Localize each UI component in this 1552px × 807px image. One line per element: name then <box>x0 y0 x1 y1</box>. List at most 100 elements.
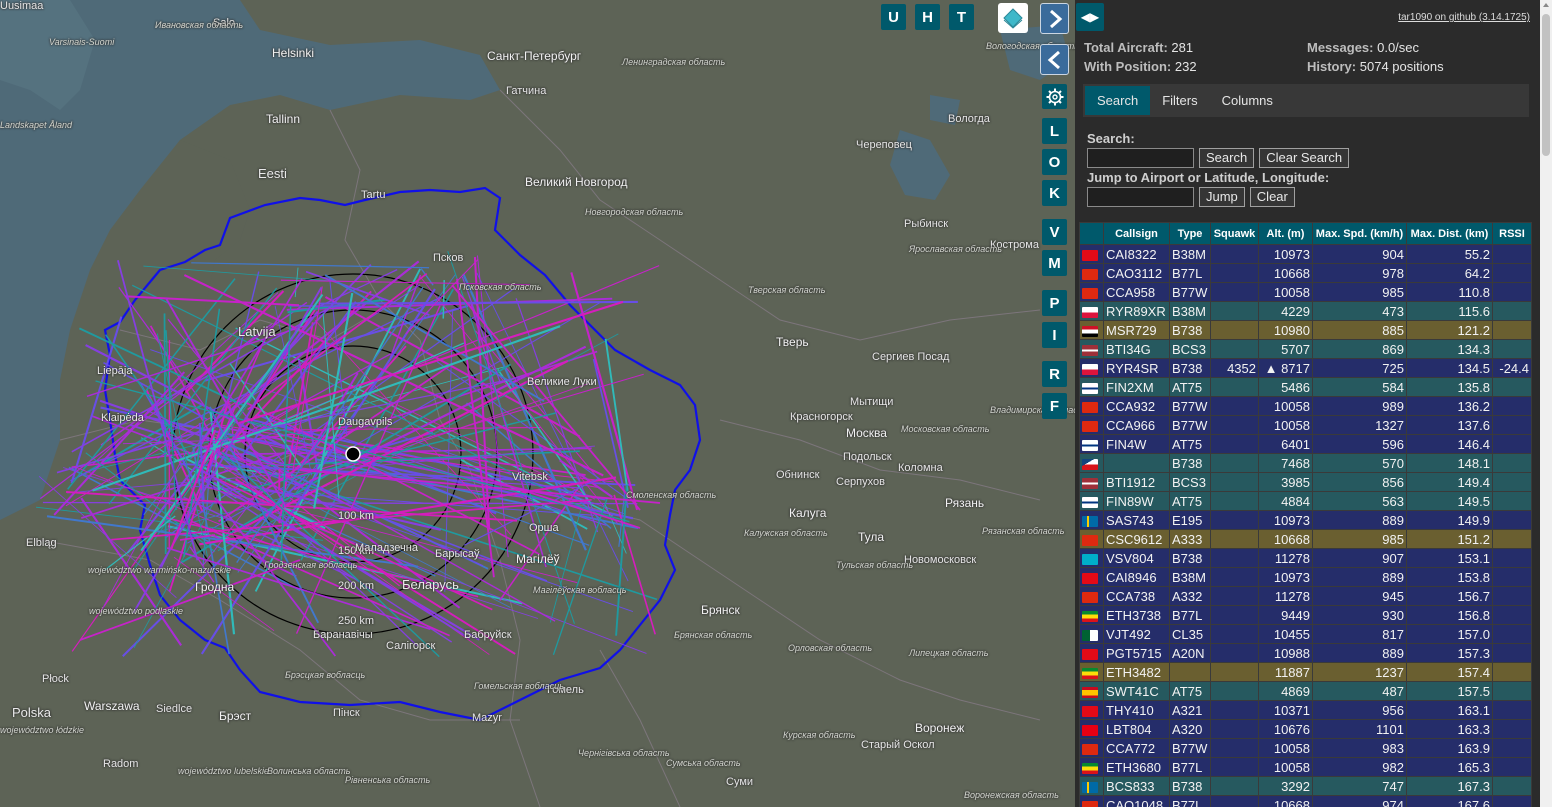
cell-type: B77L <box>1169 757 1211 777</box>
cell-rssi <box>1492 681 1532 701</box>
cell-dist: 153.1 <box>1406 548 1493 568</box>
table-row[interactable]: cn CCA966B77W 100581327137.6 <box>1079 415 1532 435</box>
table-row[interactable]: et ETH3482 118871237157.4 <box>1079 662 1532 682</box>
table-row[interactable]: cn CCA772B77W 10058983163.9 <box>1079 738 1532 758</box>
toggle-layout-button[interactable]: ◀▶ <box>1076 3 1104 31</box>
table-row[interactable]: lv BTI1912BCS3 3985856149.4 <box>1079 472 1532 492</box>
tab-search[interactable]: Search <box>1085 86 1151 115</box>
table-row[interactable]: fi FIN4WAT75 6401596146.4 <box>1079 434 1532 454</box>
table-row[interactable]: cn CCA958B77W 10058985110.8 <box>1079 282 1532 302</box>
sidebar-tabs: Search Filters Columns <box>1083 84 1529 117</box>
collapse-sidebar-button[interactable] <box>1040 44 1069 75</box>
cell-rssi <box>1492 776 1532 796</box>
table-row[interactable]: et ETH3738B77L 9449930156.8 <box>1079 605 1532 625</box>
table-row[interactable]: eg MSR729B738 10980885121.2 <box>1079 320 1532 340</box>
scroll-up-icon[interactable] <box>1543 3 1549 7</box>
table-row[interactable]: pl RYR4SRB7384352▲ 8717725134.5-24.4 <box>1079 358 1532 378</box>
cell-type: AT75 <box>1169 491 1211 511</box>
table-row[interactable]: fi FIN2XMAT75 5486584135.8 <box>1079 377 1532 397</box>
cell-alt: 3985 <box>1258 472 1313 492</box>
jump-button[interactable]: Jump <box>1199 187 1245 207</box>
cell-spd: 945 <box>1312 586 1407 606</box>
map-button-t[interactable]: T <box>949 4 974 30</box>
table-row[interactable]: dz VJT492CL35 10455817157.0 <box>1079 624 1532 644</box>
cell-spd: 570 <box>1312 453 1407 473</box>
flag-icon: cn <box>1082 534 1098 546</box>
settings-button[interactable] <box>1042 84 1067 109</box>
table-row[interactable]: cn CCA738A332 11278945156.7 <box>1079 586 1532 606</box>
layers-button[interactable] <box>998 3 1028 33</box>
cell-spd: 1237 <box>1312 662 1407 682</box>
table-row[interactable]: tn LBT804A320 106761101163.3 <box>1079 719 1532 739</box>
cell-spd: 907 <box>1312 548 1407 568</box>
scroll-thumb[interactable] <box>1542 14 1550 156</box>
column-header-rssi[interactable]: RSSI <box>1492 222 1532 245</box>
table-row[interactable]: tr THY410A321 10371956163.1 <box>1079 700 1532 720</box>
tab-columns[interactable]: Columns <box>1210 86 1285 115</box>
clear-search-button[interactable]: Clear Search <box>1259 148 1350 168</box>
search-input[interactable] <box>1087 148 1194 168</box>
flag-icon: kz <box>1082 553 1098 565</box>
map-label: Radom <box>103 758 139 770</box>
cell-type: B77W <box>1169 396 1211 416</box>
map-button-u[interactable]: U <box>881 4 906 30</box>
cell-rssi <box>1492 339 1532 359</box>
map-view[interactable]: 100 km 150 km 200 km 250 km Helsinki Санк… <box>0 0 1075 807</box>
table-row[interactable]: tr CAI8322B38M 1097390455.2 <box>1079 244 1532 264</box>
github-link[interactable]: tar1090 on github (3.14.1725) <box>1398 12 1530 23</box>
table-row[interactable]: cn CAO1048B77L 10668974167.6 <box>1079 795 1532 807</box>
map-button-p[interactable]: P <box>1042 290 1067 316</box>
search-button[interactable]: Search <box>1199 148 1255 168</box>
map-button-m[interactable]: M <box>1042 250 1067 276</box>
jump-input[interactable] <box>1087 187 1194 207</box>
cell-type: B738 <box>1169 548 1211 568</box>
cell-dist: 149.5 <box>1406 491 1493 511</box>
cell-squawk <box>1210 453 1259 473</box>
map-button-r[interactable]: R <box>1042 361 1067 387</box>
map-button-f[interactable]: F <box>1042 393 1067 419</box>
clear-jump-button[interactable]: Clear <box>1249 187 1295 207</box>
cell-alt: 10371 <box>1258 700 1313 720</box>
map-button-i[interactable]: I <box>1042 322 1067 348</box>
map-label: Псковская область <box>459 282 542 292</box>
column-header-squawk[interactable]: Squawk <box>1210 222 1259 245</box>
table-row[interactable]: fi FIN89WAT75 4884563149.5 <box>1079 491 1532 511</box>
table-row[interactable]: cn CCA932B77W 10058989136.2 <box>1079 396 1532 416</box>
column-header-altitude[interactable]: Alt. (m) <box>1258 222 1313 245</box>
map-button-l[interactable]: L <box>1042 118 1067 144</box>
table-row[interactable]: lv BTI34GBCS3 5707869134.3 <box>1079 339 1532 359</box>
table-row[interactable]: cn CSC9612A333 10668985151.2 <box>1079 529 1532 549</box>
column-header-flag[interactable] <box>1079 222 1104 245</box>
column-header-callsign[interactable]: Callsign <box>1103 222 1170 245</box>
flag-icon: tr <box>1082 249 1098 261</box>
table-row[interactable]: cz B738 7468570148.1 <box>1079 453 1532 473</box>
cell-type: CL35 <box>1169 624 1211 644</box>
flag-icon: eg <box>1082 325 1098 337</box>
table-row[interactable]: se BCS833B738 3292747167.3 <box>1079 776 1532 796</box>
expand-sidebar-button[interactable] <box>1040 3 1069 34</box>
map-label: Гродзенская вобласць <box>264 560 358 570</box>
cell-alt: 10676 <box>1258 719 1313 739</box>
map-button-h[interactable]: H <box>915 4 940 30</box>
table-row[interactable]: et ETH3680B77L 10058982165.3 <box>1079 757 1532 777</box>
map-button-o[interactable]: O <box>1042 149 1067 175</box>
table-row[interactable]: pl RYR89XRB38M 4229473115.6 <box>1079 301 1532 321</box>
table-row[interactable]: se SAS743E195 10973889149.9 <box>1079 510 1532 530</box>
table-row[interactable]: kz VSV804B738 11278907153.1 <box>1079 548 1532 568</box>
cell-callsign: CAI8322 <box>1103 244 1170 264</box>
map-button-v[interactable]: V <box>1042 219 1067 245</box>
cell-squawk <box>1210 738 1259 758</box>
flag-icon: se <box>1082 515 1098 527</box>
cell-callsign: ETH3680 <box>1103 757 1170 777</box>
map-label: Смоленская область <box>626 490 717 500</box>
table-row[interactable]: cn CAO3112B77L 1066897864.2 <box>1079 263 1532 283</box>
column-header-max-speed[interactable]: Max. Spd. (km/h) <box>1312 222 1407 245</box>
map-button-k[interactable]: K <box>1042 180 1067 206</box>
table-row[interactable]: tr PGT5715A20N 10988889157.3 <box>1079 643 1532 663</box>
column-header-type[interactable]: Type <box>1169 222 1211 245</box>
tab-filters[interactable]: Filters <box>1150 86 1209 115</box>
table-row[interactable]: tr CAI8946B38M 10973889153.8 <box>1079 567 1532 587</box>
table-row[interactable]: es SWT41CAT75 4869487157.5 <box>1079 681 1532 701</box>
sidebar-scrollbar[interactable] <box>1540 0 1552 807</box>
column-header-max-distance[interactable]: Max. Dist. (km) <box>1406 222 1493 245</box>
